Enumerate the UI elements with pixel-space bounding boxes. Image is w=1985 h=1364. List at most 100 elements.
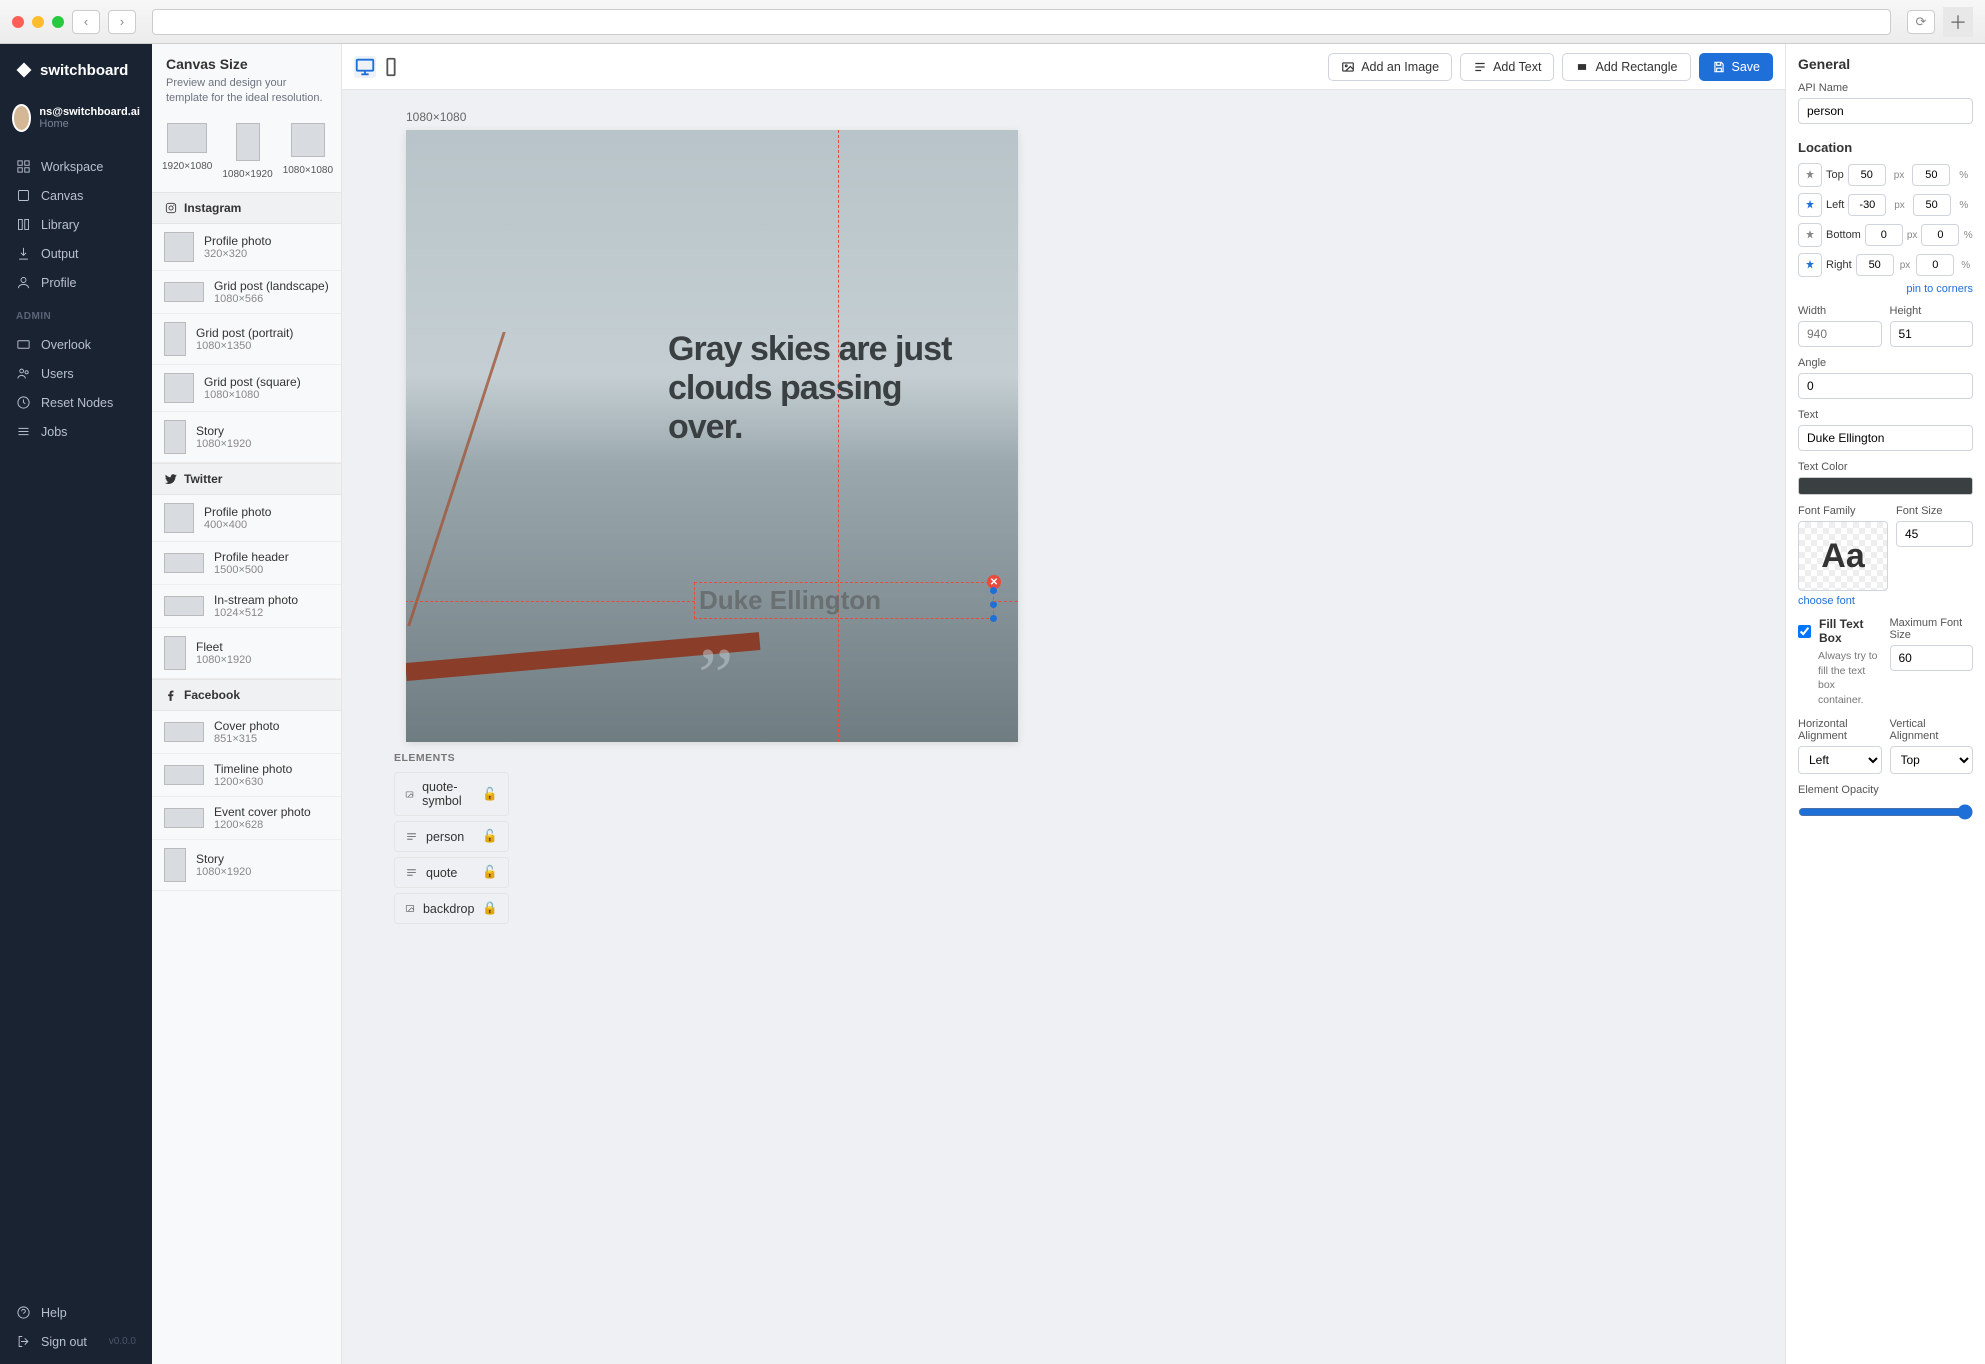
avatar (12, 104, 31, 132)
lock-icon: 🔓 (482, 865, 498, 880)
brand: switchboard (0, 44, 152, 96)
window-controls[interactable] (12, 16, 64, 28)
quote-text-element[interactable]: Gray skies are just clouds passing over. (668, 330, 978, 447)
size-item-grid-post-portrait-[interactable]: Grid post (portrait)1080×1350 (152, 314, 341, 365)
user-home: Home (39, 118, 140, 130)
address-bar[interactable] (152, 9, 1891, 35)
pin-bottom-icon[interactable] (1798, 223, 1822, 247)
nav-item-canvas[interactable]: Canvas (0, 181, 152, 210)
user-email: ns@switchboard.ai (39, 106, 140, 118)
fill-text-box-checkbox[interactable] (1798, 618, 1811, 645)
left-value2-input[interactable] (1913, 194, 1951, 216)
nav-item-workspace[interactable]: Workspace (0, 152, 152, 181)
editor-toolbar: Add an Image Add Text Add Rectangle Save (342, 44, 1785, 90)
editor: Add an Image Add Text Add Rectangle Save… (342, 44, 1785, 1364)
lock-icon: 🔒 (482, 901, 498, 916)
size-item-grid-post-landscape-[interactable]: Grid post (landscape)1080×566 (152, 271, 341, 314)
text-color-swatch[interactable] (1798, 477, 1973, 495)
preset-1080×1920[interactable]: 1080×1920 (222, 123, 272, 180)
width-input[interactable] (1798, 321, 1882, 347)
size-section-facebook: Facebook (152, 679, 341, 711)
valign-select[interactable]: Top (1890, 746, 1974, 774)
elements-title: ELEMENTS (394, 752, 1733, 764)
right-value2-input[interactable] (1916, 254, 1954, 276)
add-text-button[interactable]: Add Text (1460, 53, 1554, 81)
size-item-grid-post-square-[interactable]: Grid post (square)1080×1080 (152, 365, 341, 412)
element-item-quote[interactable]: quote🔓 (394, 857, 509, 888)
api-name-input[interactable] (1798, 98, 1973, 124)
canvas[interactable]: Gray skies are just clouds passing over.… (406, 130, 1018, 742)
api-name-label: API Name (1798, 82, 1973, 94)
mobile-view-icon[interactable] (380, 56, 402, 78)
text-input[interactable] (1798, 425, 1973, 451)
add-image-button[interactable]: Add an Image (1328, 53, 1452, 81)
size-item-profile-photo[interactable]: Profile photo400×400 (152, 495, 341, 542)
nav-item-output[interactable]: Output (0, 239, 152, 268)
right-value-input[interactable] (1856, 254, 1894, 276)
nav-item-overlook[interactable]: Overlook (0, 330, 152, 359)
bottom-value2-input[interactable] (1921, 224, 1959, 246)
quote-symbol-element[interactable]: ” (698, 632, 734, 723)
size-section-instagram: Instagram (152, 192, 341, 224)
user-menu[interactable]: ns@switchboard.ai Home (0, 96, 152, 148)
top-value-input[interactable] (1848, 164, 1886, 186)
nav-item-library[interactable]: Library (0, 210, 152, 239)
top-value2-input[interactable] (1912, 164, 1950, 186)
font-size-input[interactable] (1896, 521, 1973, 547)
angle-input[interactable] (1798, 373, 1973, 399)
pin-right-icon[interactable] (1798, 253, 1822, 277)
browser-chrome: ‹ › ⟳ ＋ (0, 0, 1985, 44)
pin-left-icon[interactable] (1798, 193, 1822, 217)
preset-1920×1080[interactable]: 1920×1080 (162, 123, 212, 180)
element-item-person[interactable]: person🔓 (394, 821, 509, 852)
size-item-profile-header[interactable]: Profile header1500×500 (152, 542, 341, 585)
size-item-timeline-photo[interactable]: Timeline photo1200×630 (152, 754, 341, 797)
new-tab-button[interactable]: ＋ (1943, 7, 1973, 37)
author-text-element[interactable]: Duke Ellington ✕ (694, 582, 994, 619)
lock-icon: 🔓 (482, 787, 498, 802)
canvas-dimension-label: 1080×1080 (406, 110, 1745, 124)
preset-1080×1080[interactable]: 1080×1080 (283, 123, 333, 180)
choose-font-link[interactable]: choose font (1798, 595, 1888, 607)
reload-button[interactable]: ⟳ (1907, 10, 1935, 34)
size-item-in-stream-photo[interactable]: In-stream photo1024×512 (152, 585, 341, 628)
height-input[interactable] (1890, 321, 1974, 347)
general-heading: General (1798, 56, 1973, 72)
size-section-twitter: Twitter (152, 463, 341, 495)
halign-select[interactable]: Left (1798, 746, 1882, 774)
element-item-backdrop[interactable]: backdrop🔒 (394, 893, 509, 924)
max-font-size-input[interactable] (1890, 645, 1974, 671)
sidebar: switchboard ns@switchboard.ai Home Works… (0, 44, 152, 1364)
elements-panel: ELEMENTS quote-symbol🔓 person🔓 quote🔓 backd… (382, 742, 1745, 939)
properties-panel: General API Name Location Toppx%Leftpx%B… (1785, 44, 1985, 1364)
help-link[interactable]: Help (0, 1298, 152, 1327)
font-preview[interactable]: Aa (1798, 521, 1888, 591)
size-item-story[interactable]: Story1080×1920 (152, 840, 341, 891)
opacity-slider[interactable] (1798, 804, 1973, 820)
pin-corners-link[interactable]: pin to corners (1798, 283, 1973, 295)
size-item-story[interactable]: Story1080×1920 (152, 412, 341, 463)
bottom-value-input[interactable] (1865, 224, 1903, 246)
size-item-event-cover-photo[interactable]: Event cover photo1200×628 (152, 797, 341, 840)
add-rectangle-button[interactable]: Add Rectangle (1562, 53, 1690, 81)
save-button[interactable]: Save (1699, 53, 1774, 81)
back-button[interactable]: ‹ (72, 10, 100, 34)
size-item-profile-photo[interactable]: Profile photo320×320 (152, 224, 341, 271)
size-item-cover-photo[interactable]: Cover photo851×315 (152, 711, 341, 754)
canvas-viewport[interactable]: 1080×1080 Gray skies are just clouds pas… (342, 90, 1785, 1364)
lock-icon: 🔓 (482, 829, 498, 844)
nav-item-profile[interactable]: Profile (0, 268, 152, 297)
canvas-size-title: Canvas Size (166, 56, 327, 72)
left-value-input[interactable] (1848, 194, 1886, 216)
nav-item-jobs[interactable]: Jobs (0, 417, 152, 446)
pin-top-icon[interactable] (1798, 163, 1822, 187)
nav-item-reset-nodes[interactable]: Reset Nodes (0, 388, 152, 417)
size-item-fleet[interactable]: Fleet1080×1920 (152, 628, 341, 679)
nav-item-users[interactable]: Users (0, 359, 152, 388)
forward-button[interactable]: › (108, 10, 136, 34)
location-heading: Location (1798, 140, 1973, 155)
element-item-quote-symbol[interactable]: quote-symbol🔓 (394, 772, 509, 816)
signout-link[interactable]: Sign out v0.0.0 (0, 1327, 152, 1356)
canvas-size-panel: Canvas Size Preview and design your temp… (152, 44, 342, 1364)
desktop-view-icon[interactable] (354, 56, 376, 78)
